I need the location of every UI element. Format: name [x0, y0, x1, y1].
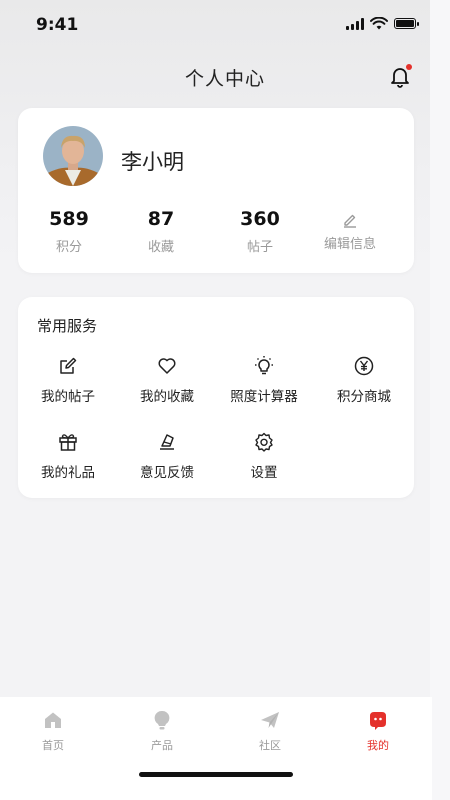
edit-icon [60, 357, 77, 374]
tab-bar: 首页 产品 社区 我的 [0, 697, 432, 800]
edit-profile-label: 编辑信息 [323, 237, 376, 252]
service-settings[interactable]: 设置 [216, 431, 312, 481]
profile-stats: 589 积分 87 收藏 360 帖子 编辑信息 [18, 208, 414, 258]
pencil-icon [344, 214, 356, 228]
wifi-icon [370, 17, 388, 30]
service-points-mall[interactable]: 积分商城 [316, 355, 412, 405]
service-my-favorites[interactable]: 我的收藏 [119, 355, 215, 405]
service-label: 意见反馈 [140, 465, 194, 481]
stat-value: 87 [147, 208, 175, 230]
tab-label: 我的 [367, 739, 389, 752]
stat-label: 帖子 [246, 240, 273, 255]
tab-label: 首页 [42, 739, 64, 752]
settings-icon [255, 432, 273, 452]
bulb-icon [255, 356, 273, 375]
stat-value: 360 [240, 208, 280, 230]
stat-favorites[interactable]: 87 收藏 [116, 208, 206, 255]
tab-profile[interactable]: 我的 [348, 709, 408, 753]
tab-community[interactable]: 社区 [240, 709, 300, 753]
stat-posts[interactable]: 360 帖子 [215, 208, 305, 255]
service-my-gifts[interactable]: 我的礼品 [20, 431, 116, 481]
stat-points[interactable]: 589 积分 [24, 208, 114, 255]
signal-icon [346, 17, 364, 30]
status-icons [346, 17, 419, 30]
services-title: 常用服务 [37, 317, 98, 335]
profile-card: 李小明 589 积分 87 收藏 360 帖子 编辑信息 [18, 108, 414, 273]
service-feedback[interactable]: 意见反馈 [119, 431, 215, 481]
feedback-icon [160, 434, 174, 450]
services-card: 常用服务 我的帖子 我的收藏 照度计算器 积分商城 我的礼品 意见反馈 设置 [18, 297, 414, 498]
notification-dot [406, 64, 412, 70]
yen-icon [354, 356, 374, 376]
service-label: 我的礼品 [41, 465, 95, 481]
battery-icon [394, 18, 419, 29]
tab-home[interactable]: 首页 [23, 709, 83, 753]
stat-label: 积分 [55, 240, 82, 255]
page-title: 个人中心 [184, 68, 265, 90]
notification-bell-icon[interactable] [388, 64, 412, 88]
stat-value: 589 [49, 208, 89, 230]
service-label: 积分商城 [337, 389, 391, 405]
gift-icon [59, 434, 77, 451]
tab-label: 社区 [259, 739, 281, 752]
heart-icon [158, 358, 176, 374]
community-icon [261, 712, 279, 728]
service-illuminance-calculator[interactable]: 照度计算器 [216, 355, 312, 405]
tab-product[interactable]: 产品 [132, 709, 192, 753]
service-label: 我的收藏 [140, 389, 194, 405]
home-indicator [139, 772, 293, 777]
avatar[interactable] [43, 126, 103, 186]
service-label: 设置 [250, 465, 278, 481]
product-icon [154, 710, 170, 730]
service-label: 我的帖子 [41, 389, 95, 405]
username: 李小明 [121, 150, 184, 174]
profile-icon [370, 712, 386, 730]
service-my-posts[interactable]: 我的帖子 [20, 355, 116, 405]
edit-profile-button[interactable]: 编辑信息 [305, 208, 395, 252]
stat-label: 收藏 [147, 240, 174, 255]
status-time: 9:41 [36, 15, 79, 35]
status-bar: 9:41 [0, 0, 450, 52]
tab-label: 产品 [151, 739, 173, 752]
service-label: 照度计算器 [230, 389, 298, 405]
home-icon [45, 712, 61, 728]
